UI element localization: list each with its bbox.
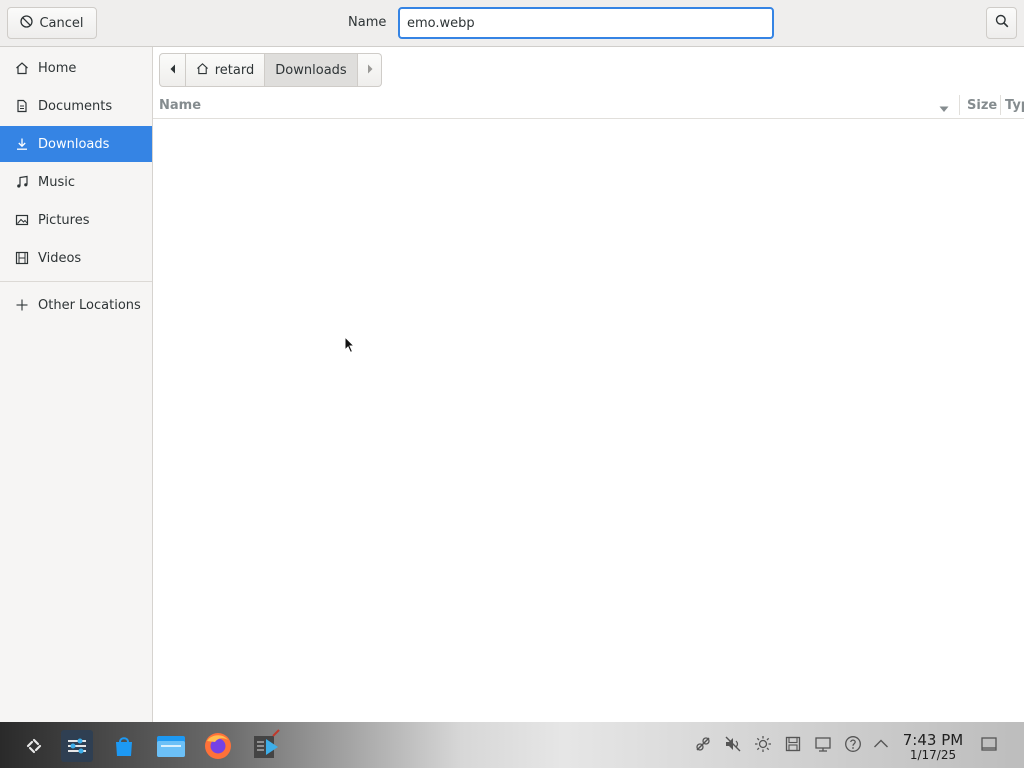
sidebar-item-label: Downloads xyxy=(38,136,110,152)
music-icon xyxy=(15,175,29,189)
home-icon xyxy=(196,62,209,79)
sidebar-item-label: Other Locations xyxy=(38,297,141,313)
path-segment-current[interactable]: Downloads xyxy=(265,53,358,87)
mouse-cursor-icon xyxy=(344,335,356,358)
header-bar: Cancel Name xyxy=(0,0,1024,47)
document-icon xyxy=(15,99,29,113)
show-desktop-icon[interactable] xyxy=(977,733,1001,755)
path-segment-home[interactable]: retard xyxy=(186,53,265,87)
sidebar-item-home[interactable]: Home xyxy=(0,50,152,86)
sidebar-item-label: Music xyxy=(38,174,75,190)
cancel-icon xyxy=(20,14,34,32)
filename-input[interactable] xyxy=(398,7,774,39)
column-header-type[interactable]: Typ xyxy=(1005,98,1024,113)
clock-time[interactable]: 7:43 PM xyxy=(897,731,969,749)
firefox-icon[interactable] xyxy=(202,730,234,762)
column-header-row: Name Size Typ xyxy=(153,93,1024,119)
sidebar-item-label: Home xyxy=(38,60,77,76)
file-list-area[interactable] xyxy=(153,47,1024,722)
network-icon[interactable] xyxy=(692,733,714,755)
path-bar: retard Downloads xyxy=(159,53,382,87)
search-icon xyxy=(995,14,1009,32)
disk-icon[interactable] xyxy=(782,733,804,755)
home-icon xyxy=(15,61,29,75)
file-manager-icon[interactable] xyxy=(156,734,186,758)
column-separator[interactable] xyxy=(959,95,960,115)
sidebar-item-documents[interactable]: Documents xyxy=(0,88,152,124)
system-settings-icon[interactable] xyxy=(61,730,93,762)
sidebar-item-pictures[interactable]: Pictures xyxy=(0,202,152,238)
path-forward-button[interactable] xyxy=(358,53,382,87)
path-segment-label: Downloads xyxy=(275,62,347,78)
volume-muted-icon[interactable] xyxy=(722,733,744,755)
chevron-up-icon[interactable] xyxy=(870,733,892,755)
sidebar-item-label: Videos xyxy=(38,250,82,266)
video-icon xyxy=(15,251,29,265)
sidebar-item-label: Documents xyxy=(38,98,113,114)
taskbar xyxy=(0,722,1024,768)
download-icon xyxy=(15,137,29,151)
sidebar-separator xyxy=(0,281,152,282)
search-button[interactable] xyxy=(986,7,1017,39)
name-label: Name xyxy=(348,15,387,30)
plus-icon xyxy=(15,298,29,312)
display-icon[interactable] xyxy=(812,733,834,755)
app-launcher-icon[interactable] xyxy=(22,734,46,758)
sidebar-item-other-locations[interactable]: Other Locations xyxy=(0,287,152,323)
cancel-label: Cancel xyxy=(39,15,84,31)
picture-icon xyxy=(15,213,29,227)
chevron-left-icon xyxy=(169,63,177,78)
path-back-button[interactable] xyxy=(159,53,186,87)
sidebar-item-downloads[interactable]: Downloads xyxy=(0,126,152,162)
sidebar-item-label: Pictures xyxy=(38,212,90,228)
cancel-button[interactable]: Cancel xyxy=(7,7,97,39)
path-segment-label: retard xyxy=(214,62,255,78)
discover-store-icon[interactable] xyxy=(110,732,138,760)
places-sidebar: Home Documents Downloads Music Pictures … xyxy=(0,47,153,722)
sort-down-icon[interactable] xyxy=(939,102,949,117)
sidebar-item-music[interactable]: Music xyxy=(0,164,152,200)
chevron-right-icon xyxy=(366,63,374,78)
sidebar-item-videos[interactable]: Videos xyxy=(0,240,152,276)
column-separator[interactable] xyxy=(1000,95,1001,115)
clock-date[interactable]: 1/17/25 xyxy=(897,748,969,762)
terminal-app-icon[interactable] xyxy=(250,728,284,762)
column-header-size[interactable]: Size xyxy=(967,98,997,113)
brightness-icon[interactable] xyxy=(752,733,774,755)
help-icon[interactable] xyxy=(842,733,864,755)
column-header-name[interactable]: Name xyxy=(159,98,201,113)
